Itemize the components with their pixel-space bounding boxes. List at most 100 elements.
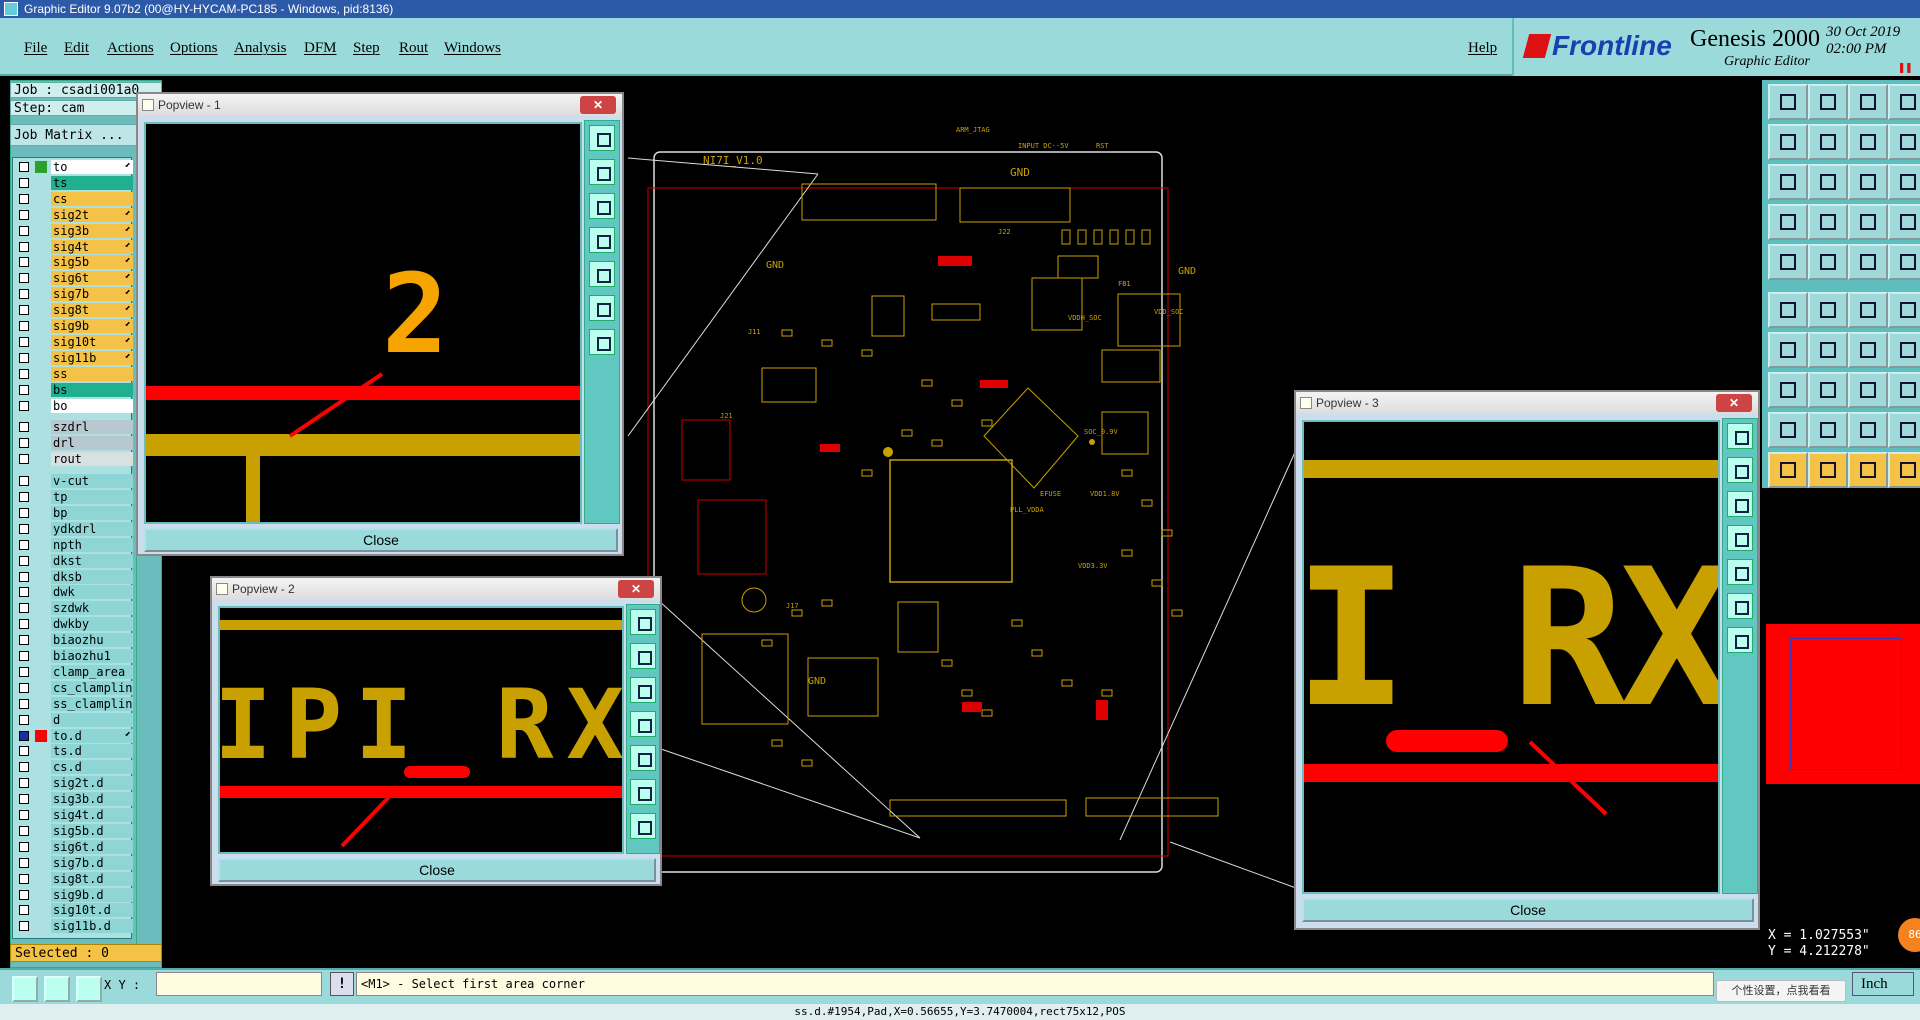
peak-icon[interactable]: [1888, 412, 1920, 448]
layer-name[interactable]: ss_clampline: [51, 696, 133, 711]
popview-canvas[interactable]: I RX: [1302, 420, 1720, 894]
popview-tool-button[interactable]: [1727, 491, 1753, 517]
popview-tool-button[interactable]: [589, 125, 615, 151]
layer-checkbox[interactable]: [19, 778, 29, 789]
layer-name[interactable]: clamp_area: [51, 664, 133, 679]
slash-icon[interactable]: [1808, 332, 1848, 368]
menu-dfm[interactable]: DFM: [304, 40, 337, 57]
layer-name[interactable]: szdwk: [51, 601, 133, 616]
layer-row[interactable]: biaozhu1: [13, 649, 133, 664]
pan-icon[interactable]: [1768, 164, 1808, 200]
layer-checkbox[interactable]: [19, 921, 29, 932]
layer-name[interactable]: bo: [51, 398, 133, 413]
layer-checkbox[interactable]: [19, 905, 29, 916]
layer-checkbox[interactable]: [19, 666, 29, 677]
layer-name[interactable]: sig7b: [51, 287, 133, 302]
layer-name[interactable]: sig4t: [51, 239, 133, 254]
layer-name[interactable]: tp: [51, 490, 133, 504]
minus-icon[interactable]: [1808, 372, 1848, 408]
popview-tool-button[interactable]: [630, 711, 656, 737]
layer-row[interactable]: sig4t.d: [13, 808, 133, 823]
layer-row[interactable]: rout: [13, 452, 133, 467]
layer-name[interactable]: drl: [51, 436, 133, 451]
layer-row[interactable]: szdrl: [13, 420, 133, 435]
layer-row[interactable]: sig7b ⬋: [13, 287, 133, 302]
layer-row[interactable]: to.d ⬋: [13, 728, 133, 744]
move-icon[interactable]: [1808, 164, 1848, 200]
layer-name[interactable]: dwk: [51, 585, 133, 600]
popview-window-3[interactable]: Popview - 3 ✕ I RX Close: [1294, 390, 1760, 930]
layer-name[interactable]: to.d: [51, 728, 133, 743]
snap-icon[interactable]: [12, 976, 38, 1002]
popview-tool-button[interactable]: [1727, 525, 1753, 551]
layer-name[interactable]: sig3b: [51, 223, 133, 238]
layer-name[interactable]: sig3b.d: [51, 792, 133, 807]
popview-window-2[interactable]: Popview - 2 ✕ IPI RX Close: [210, 576, 662, 886]
layer-checkbox[interactable]: [19, 651, 29, 661]
layer-row[interactable]: biaozhu: [13, 633, 133, 648]
layer-name[interactable]: sig5b: [51, 255, 133, 270]
layer-name[interactable]: cs.d: [51, 760, 133, 775]
menu-options[interactable]: Options: [170, 40, 218, 57]
popview-tool-button[interactable]: [589, 193, 615, 219]
cross-icon[interactable]: [1808, 292, 1848, 328]
layer-name[interactable]: ts.d: [51, 744, 133, 759]
settings-icon[interactable]: [1768, 204, 1808, 240]
popview-titlebar[interactable]: Popview - 3 ✕: [1296, 392, 1758, 414]
layers-icon[interactable]: [1848, 204, 1888, 240]
layer-checkbox[interactable]: [19, 162, 29, 172]
layer-checkbox[interactable]: [19, 400, 29, 411]
layer-checkbox[interactable]: [19, 454, 29, 465]
layer-checkbox[interactable]: [19, 841, 29, 852]
layer-checkbox[interactable]: [19, 257, 29, 268]
layer-row[interactable]: sig2t.d: [13, 776, 133, 791]
layer-name[interactable]: sig2t.d: [51, 776, 133, 791]
layer-row[interactable]: bs: [13, 382, 133, 398]
layer-checkbox[interactable]: [19, 225, 29, 236]
layer-checkbox[interactable]: [19, 825, 29, 836]
popview-close-button[interactable]: Close: [218, 858, 656, 882]
popview-titlebar[interactable]: Popview - 2 ✕: [212, 578, 660, 600]
fillet-icon[interactable]: [1888, 332, 1920, 368]
help-icon[interactable]: [1888, 164, 1920, 200]
layer-name[interactable]: sig10t.d: [51, 903, 133, 918]
layer-name[interactable]: sig8t.d: [51, 871, 133, 886]
select-icon[interactable]: [1808, 452, 1848, 488]
circle-icon[interactable]: [1888, 244, 1920, 280]
layer-checkbox[interactable]: [19, 873, 29, 884]
layer-name[interactable]: bs: [51, 382, 133, 397]
layer-checkbox[interactable]: [19, 352, 29, 363]
layer-name[interactable]: dksb: [51, 569, 133, 584]
layer-checkbox[interactable]: [19, 762, 29, 773]
layer-checkbox[interactable]: [19, 730, 29, 741]
layer-checkbox[interactable]: [19, 523, 29, 534]
zoom-fit-icon[interactable]: [1888, 124, 1920, 160]
menu-step[interactable]: Step: [353, 40, 380, 57]
layer-row[interactable]: cs: [13, 191, 133, 207]
layer-checkbox[interactable]: [19, 889, 29, 900]
menu-edit[interactable]: Edit: [64, 40, 89, 57]
group-icon[interactable]: [1888, 372, 1920, 408]
layer-checkbox[interactable]: [19, 241, 29, 252]
open-icon[interactable]: [1768, 84, 1808, 120]
layer-name[interactable]: cs: [51, 191, 133, 206]
layer-row[interactable]: bo: [13, 398, 133, 414]
popview-tool-button[interactable]: [630, 677, 656, 703]
layer-row[interactable]: cs_clampline: [13, 680, 133, 696]
layer-checkbox[interactable]: [19, 555, 29, 566]
popview-tool-button[interactable]: [1727, 423, 1753, 449]
close-icon[interactable]: ✕: [618, 580, 654, 598]
layer-row[interactable]: sig5b.d: [13, 823, 133, 839]
layer-row[interactable]: sig5b ⬋: [13, 255, 133, 270]
layer-name[interactable]: v-cut: [51, 474, 133, 489]
popview-close-button[interactable]: Close: [144, 528, 618, 552]
home-icon[interactable]: [1848, 84, 1888, 120]
grid-icon[interactable]: [76, 976, 102, 1002]
layer-checkbox[interactable]: [19, 539, 29, 550]
link-icon[interactable]: [1848, 292, 1888, 328]
popview-tool-button[interactable]: [589, 227, 615, 253]
lock-icon[interactable]: [1888, 204, 1920, 240]
layer-name[interactable]: sig5b.d: [51, 823, 133, 838]
angle-icon[interactable]: [1768, 332, 1808, 368]
save-icon[interactable]: [1808, 84, 1848, 120]
